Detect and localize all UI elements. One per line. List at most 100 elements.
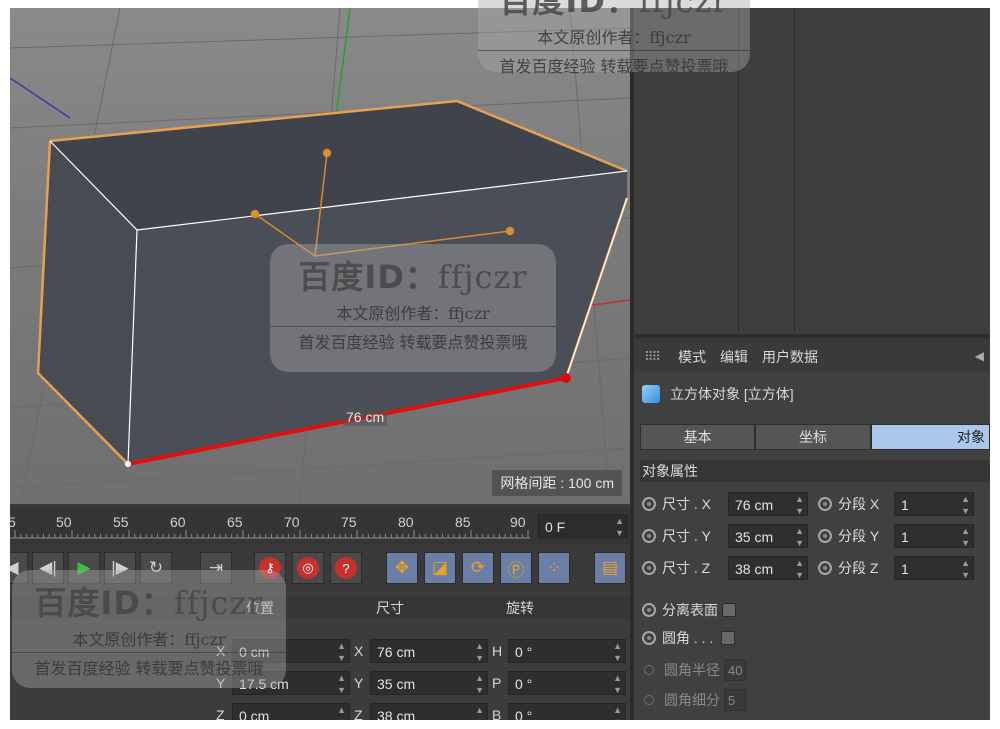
size-header: 尺寸: [376, 600, 404, 616]
tick-label: 65: [227, 514, 243, 530]
rotation-h-field[interactable]: 0 ° ▲ ▼: [508, 639, 626, 663]
position-header: 位置: [246, 600, 274, 616]
tick-label: 90: [510, 514, 526, 530]
fillet-radius-field: 40: [724, 659, 746, 681]
object-list-column: [634, 8, 739, 332]
separate-surfaces-label: 分离表面: [662, 602, 718, 618]
axis-label: Y: [216, 675, 226, 691]
tick-label: 50: [56, 514, 72, 530]
ruler-ticks: [10, 530, 530, 539]
size-z-coord-field[interactable]: 38 cm▲▼: [370, 703, 488, 720]
axis-label: P: [492, 675, 502, 691]
axis-label: Y: [354, 675, 364, 691]
rotate-key-button[interactable]: ⟳: [462, 552, 494, 584]
move-key-button[interactable]: ✥: [386, 552, 418, 584]
axis-label: X: [216, 643, 226, 659]
record-keys-button[interactable]: ⚷: [254, 552, 286, 584]
cube-icon: [642, 385, 660, 403]
next-frame-icon[interactable]: |▶: [104, 552, 136, 584]
menu-mode[interactable]: 模式: [678, 347, 706, 367]
object-manager[interactable]: [634, 8, 990, 338]
loop-icon[interactable]: ↻: [140, 552, 172, 584]
grid-spacing-label: 网格间距 : 100 cm: [492, 470, 622, 496]
animate-radio-icon[interactable]: [642, 631, 656, 645]
attribute-manager: ⠿⠿ 模式 编辑 用户数据 ◀ 立方体对象 [立方体] 基本 坐标 对象 对象属…: [634, 342, 990, 720]
autokey-button[interactable]: ◎: [292, 552, 324, 584]
coord-row-x: X 0 cm ▲ ▼ X 76 cm ▲ ▼ H 0 ° ▲ ▼: [216, 638, 630, 664]
fillet-checkbox[interactable]: [721, 631, 736, 645]
film-button[interactable]: ▤: [594, 552, 626, 584]
size-y-field[interactable]: 35 cm ▲ ▼: [728, 524, 808, 548]
tick-label: 85: [455, 514, 471, 530]
fillet-radius-label: 圆角半径: [664, 662, 720, 678]
attribute-menu-bar: ⠿⠿ 模式 编辑 用户数据 ◀: [634, 342, 990, 372]
axis-label: Z: [354, 707, 363, 720]
tab-object[interactable]: 对象: [870, 424, 990, 450]
position-z-field[interactable]: 0 cm▲▼: [232, 703, 350, 720]
z-axis-line: [10, 77, 71, 119]
animate-radio-icon[interactable]: [818, 561, 832, 575]
scale-icon: ◪: [431, 558, 449, 577]
size-z-field[interactable]: 38 cm ▲ ▼: [728, 556, 808, 580]
prev-frame-icon[interactable]: ◀|: [32, 552, 64, 584]
size-y-label: 尺寸 . Y: [662, 528, 712, 544]
animate-radio-icon: [644, 665, 654, 675]
dimension-label: 76 cm: [343, 408, 388, 426]
animate-radio-icon[interactable]: [818, 529, 832, 543]
current-frame-field[interactable]: 0 F ▲ ▼: [538, 514, 628, 538]
segments-z-field[interactable]: 1 ▲ ▼: [894, 556, 974, 580]
size-y-row: 尺寸 . Y 35 cm ▲ ▼ 分段 Y 1 ▲ ▼: [642, 522, 974, 550]
rotate-icon: ⟳: [470, 558, 486, 577]
animate-radio-icon[interactable]: [818, 497, 832, 511]
autokey-icon: ◎: [297, 557, 319, 579]
keyframe-selection-button[interactable]: ?: [330, 552, 362, 584]
point-level-button[interactable]: ⁘: [538, 552, 570, 584]
param-key-button[interactable]: Ⓟ: [500, 552, 532, 584]
play-backwards-icon[interactable]: ◀: [10, 552, 28, 584]
tick-label: 70: [284, 514, 300, 530]
tab-basic[interactable]: 基本: [640, 424, 756, 450]
axis-label: X: [354, 643, 364, 659]
grip-icon[interactable]: ⠿⠿: [644, 349, 664, 365]
axis-label: H: [492, 643, 503, 659]
fillet-subdivision-row: 圆角细分 5: [642, 686, 746, 714]
position-x-field[interactable]: 0 cm ▲ ▼: [232, 639, 350, 663]
animate-radio-icon[interactable]: [642, 529, 656, 543]
animate-radio-icon: [644, 695, 654, 705]
panel-separator[interactable]: [634, 334, 990, 338]
segments-x-field[interactable]: 1 ▲ ▼: [894, 492, 974, 516]
size-x-row: 尺寸 . X 76 cm ▲ ▼ 分段 X 1 ▲ ▼: [642, 490, 974, 518]
rotation-header: 旋转: [506, 600, 534, 616]
scale-key-button[interactable]: ◪: [424, 552, 456, 584]
go-to-end-icon[interactable]: ⇥: [200, 552, 232, 584]
object-title-text: 立方体对象 [立方体]: [670, 386, 794, 402]
animate-radio-icon[interactable]: [642, 497, 656, 511]
size-x-field[interactable]: 76 cm ▲ ▼: [728, 492, 808, 516]
coordinate-manager: 位置 尺寸 旋转 X 0 cm ▲ ▼ X 76 cm ▲ ▼ H 0 ° ▲ ▼ Y 17…: [10, 592, 630, 720]
segments-y-field[interactable]: 1 ▲ ▼: [894, 524, 974, 548]
rotation-p-field[interactable]: 0 ° ▲ ▼: [508, 671, 626, 695]
animate-radio-icon[interactable]: [642, 603, 656, 617]
menu-user-data[interactable]: 用户数据: [762, 347, 818, 367]
back-arrow-icon[interactable]: ◀: [975, 349, 984, 363]
tick-label: 5: [10, 514, 16, 530]
animate-radio-icon[interactable]: [642, 561, 656, 575]
menu-edit[interactable]: 编辑: [720, 347, 748, 367]
rotation-b-field[interactable]: 0 °▲▼: [508, 703, 626, 720]
edge-point-end: [561, 373, 571, 383]
separate-surfaces-checkbox[interactable]: [722, 603, 736, 617]
move-icon: ✥: [394, 558, 410, 577]
size-y-coord-field[interactable]: 35 cm ▲ ▼: [370, 671, 488, 695]
play-icon[interactable]: ▶: [68, 552, 100, 584]
timeline-ruler[interactable]: 5 50 55 60 65 70 75 80 85 90: [10, 508, 530, 544]
size-x-coord-field[interactable]: 76 cm ▲ ▼: [370, 639, 488, 663]
3d-viewport[interactable]: 76 cm 网格间距 : 100 cm: [10, 8, 630, 504]
timeline[interactable]: 5 50 55 60 65 70 75 80 85 90 0 F ▲ ▼: [10, 508, 630, 544]
attribute-tabs: 基本 坐标 对象: [640, 424, 990, 450]
fillet-row: 圆角 . . .: [642, 624, 736, 652]
position-y-field[interactable]: 17.5 cm ▲ ▼: [232, 671, 350, 695]
viewport-scene: [10, 8, 630, 504]
c4d-window: 76 cm 网格间距 : 100 cm ⠿⠿ 模式 编辑 用户数据 ◀ 立方体对…: [10, 8, 990, 720]
tab-coord[interactable]: 坐标: [755, 424, 871, 450]
size-z-label: 尺寸 . Z: [662, 560, 711, 576]
